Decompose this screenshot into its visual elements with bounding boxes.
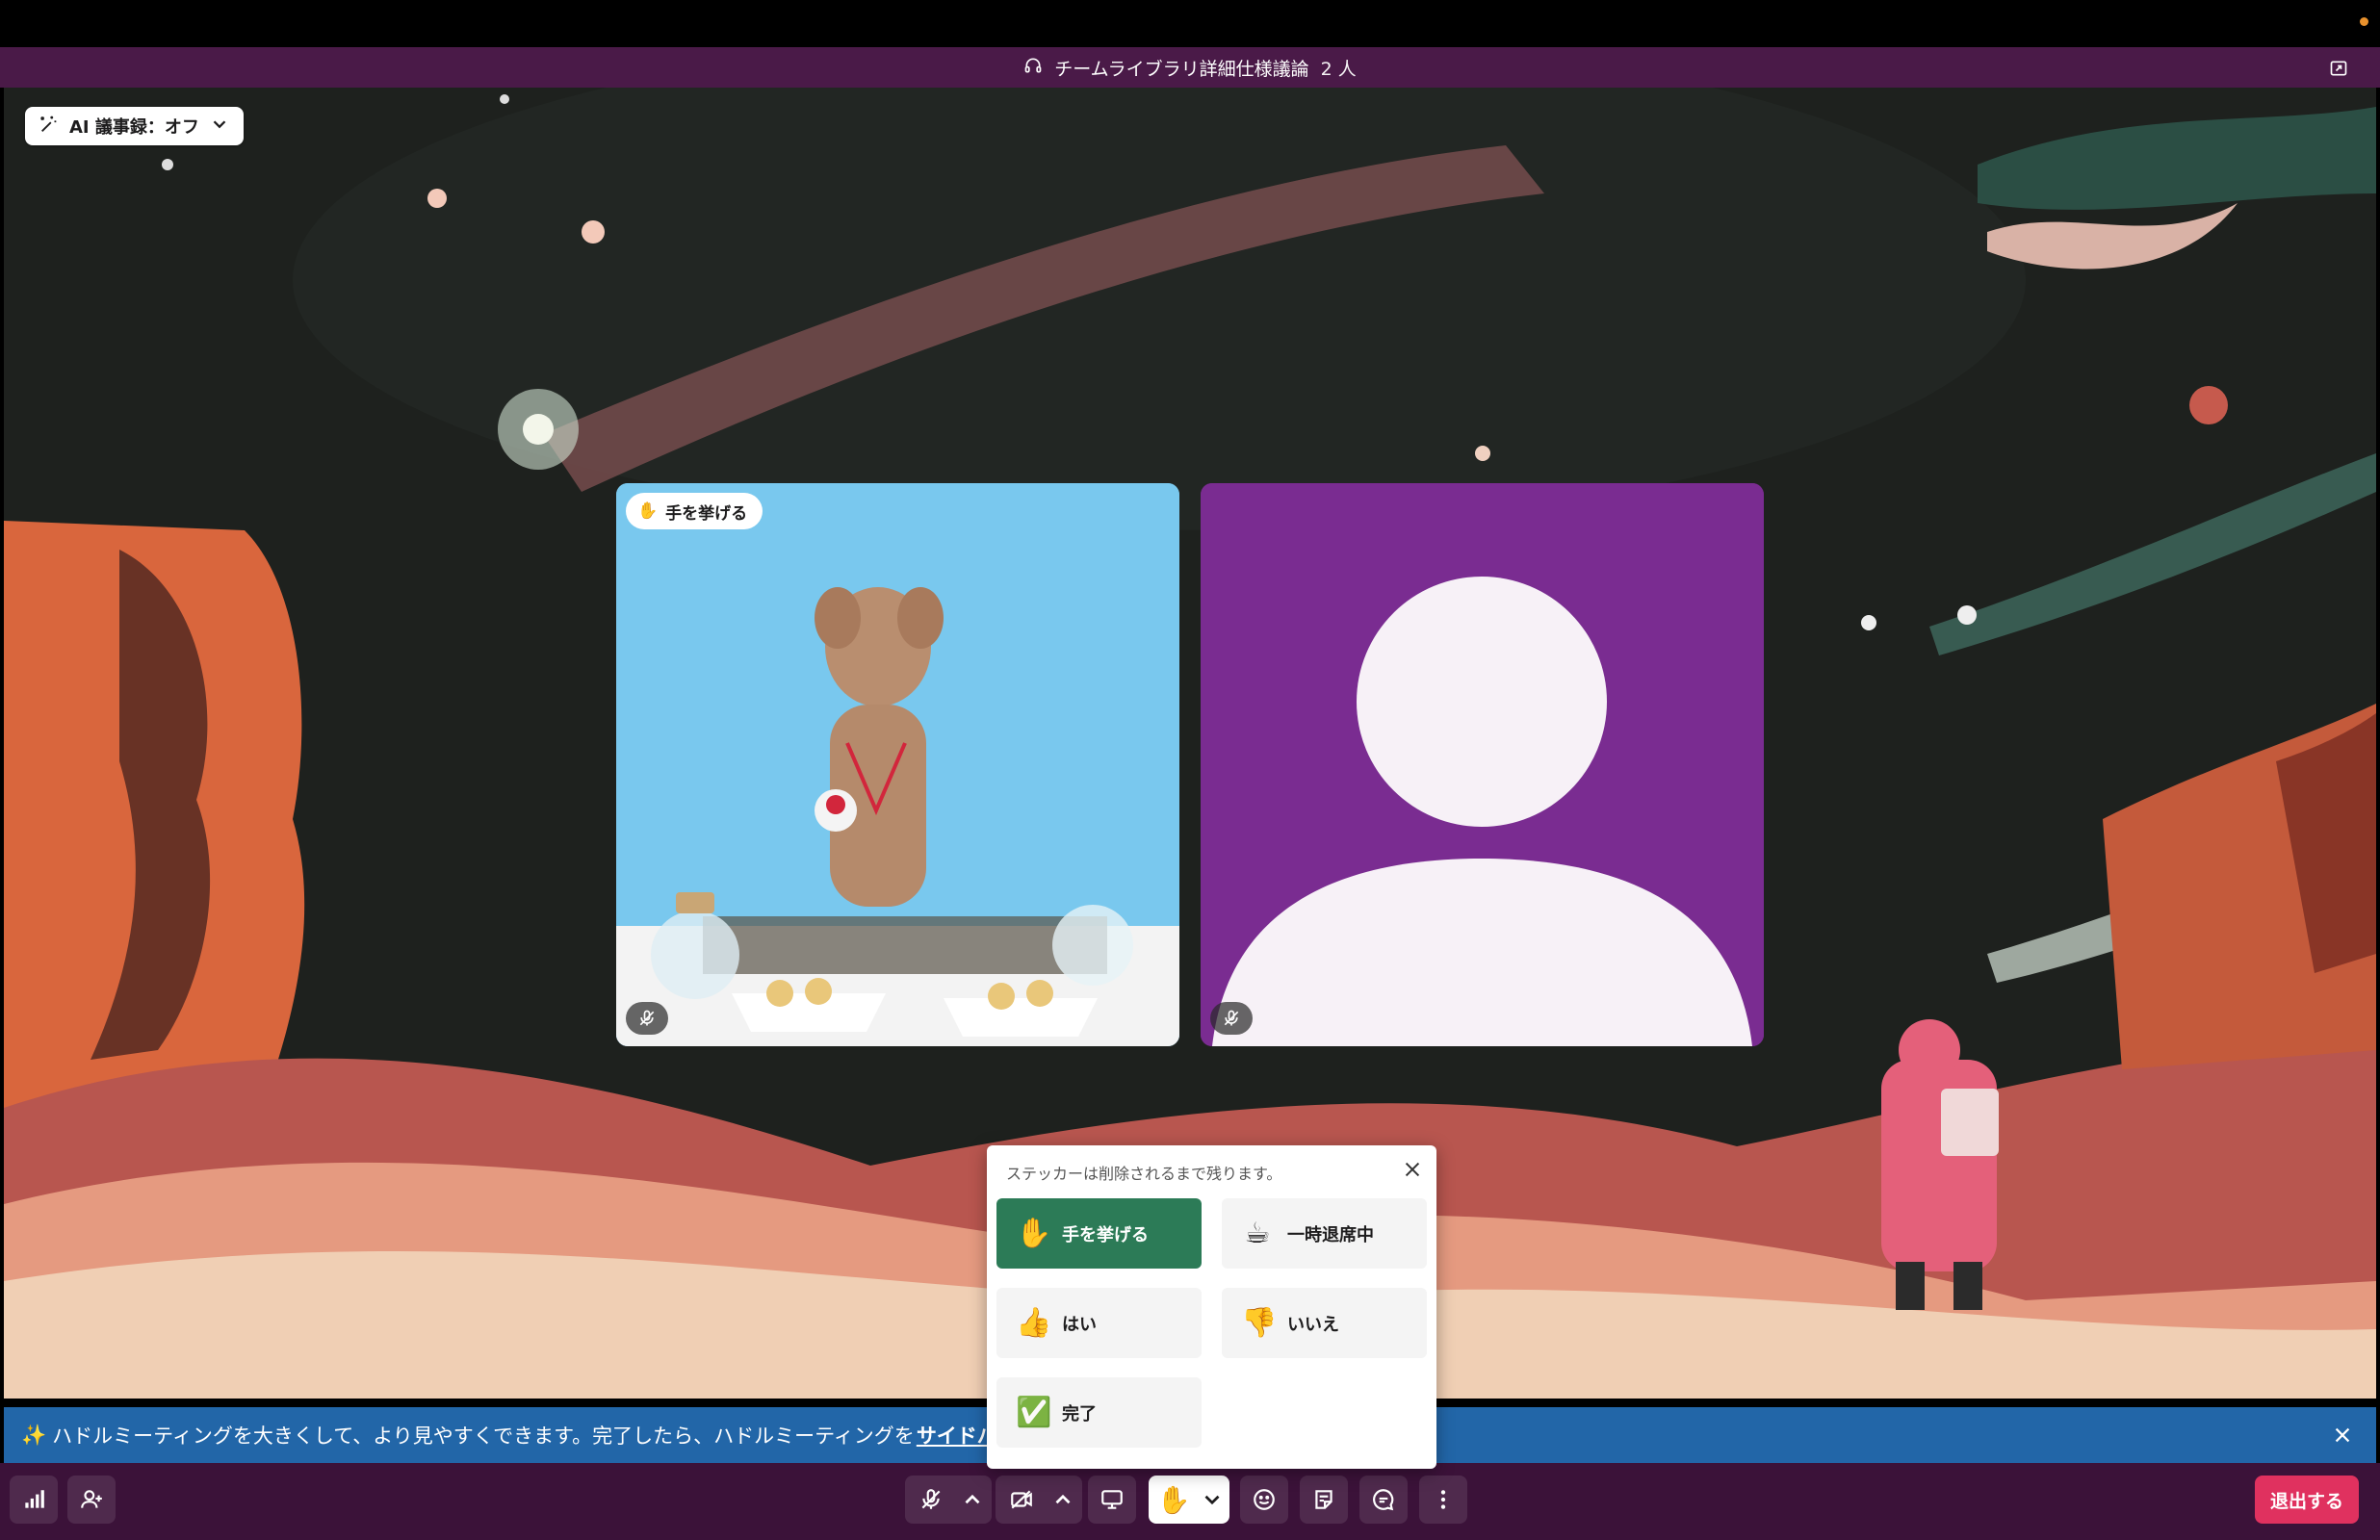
participant-tile-video[interactable]: ✋ 手を挙げる xyxy=(616,483,1179,1046)
mic-off-icon xyxy=(1224,1010,1239,1026)
sticker-no[interactable]: 👎 いいえ xyxy=(1222,1288,1427,1358)
sticker-raise-hand[interactable]: ✋ 手を挙げる xyxy=(996,1198,1202,1269)
leave-huddle-button[interactable]: 退出する xyxy=(2255,1476,2359,1524)
sticker-hint: ステッカーは削除されるまで残ります。 xyxy=(1006,1165,1282,1183)
sticker-control-group: ✋ xyxy=(1149,1476,1229,1524)
camera-control-group xyxy=(996,1476,1082,1524)
close-icon xyxy=(2335,1427,2350,1443)
thumbs-up-icon: 👍 xyxy=(1016,1306,1052,1340)
microphone-options-button[interactable] xyxy=(955,1487,990,1512)
monitor-icon xyxy=(1101,1490,1123,1509)
raised-hand-icon: ✋ xyxy=(637,501,659,521)
sticker-done[interactable]: ✅ 完了 xyxy=(996,1377,1202,1448)
chevron-up-icon xyxy=(965,1494,980,1504)
mute-microphone-button[interactable] xyxy=(907,1487,955,1512)
emoji-icon xyxy=(1254,1489,1275,1510)
huddle-notes-button[interactable] xyxy=(1300,1476,1348,1524)
system-top-bar xyxy=(0,0,2380,47)
popover-close-button[interactable] xyxy=(1400,1157,1425,1182)
chevron-down-icon xyxy=(1204,1495,1220,1505)
participant-tile-avatar[interactable] xyxy=(1201,483,1764,1046)
participant-video-frame xyxy=(616,483,1179,1046)
ai-notes-label: AI 議事録：オフ xyxy=(69,117,199,138)
mic-off-icon xyxy=(921,1489,941,1509)
recording-indicator xyxy=(2360,17,2368,26)
huddle-chat-button[interactable] xyxy=(1359,1476,1408,1524)
camera-options-button[interactable] xyxy=(1046,1487,1080,1512)
sticker-popover: ステッカーは削除されるまで残ります。 ✋ 手を挙げる ☕ 一時退席中 👍 はい … xyxy=(987,1145,1436,1469)
sparkle-pen-icon xyxy=(39,114,60,140)
raised-hand-icon: ✋ xyxy=(1016,1217,1052,1250)
sticker-label: はい xyxy=(1062,1314,1097,1335)
huddle-toolbar: ✋ 退出する xyxy=(0,1463,2380,1540)
sticker-label: 一時退席中 xyxy=(1287,1224,1374,1245)
chevron-up-icon xyxy=(1055,1494,1071,1504)
participant-count: 2 人 xyxy=(1320,58,1357,80)
raise-hand-sticker-badge: ✋ 手を挙げる xyxy=(626,493,763,529)
add-person-icon xyxy=(81,1490,102,1508)
huddle-title: チームライブラリ詳細仕様議論 xyxy=(1054,58,1309,80)
popout-window-button[interactable] xyxy=(2326,56,2351,81)
chevron-down-icon xyxy=(209,114,230,140)
popout-icon xyxy=(2330,61,2347,76)
muted-indicator xyxy=(1210,1002,1253,1035)
mic-off-icon xyxy=(639,1010,655,1026)
ai-notes-toggle[interactable]: AI 議事録：オフ xyxy=(25,107,244,145)
add-people-button[interactable] xyxy=(67,1476,116,1524)
sticker-away[interactable]: ☕ 一時退席中 xyxy=(1222,1198,1427,1269)
video-off-icon xyxy=(1011,1490,1032,1509)
raise-hand-button[interactable]: ✋ xyxy=(1151,1484,1197,1516)
note-icon xyxy=(1315,1490,1332,1509)
close-icon xyxy=(1405,1162,1420,1177)
reactions-button[interactable] xyxy=(1240,1476,1288,1524)
huddle-window: { "window": { "title": "チームライブラリ詳細仕様議論",… xyxy=(0,0,2380,1540)
sparkle-icon: ✨ xyxy=(21,1423,47,1447)
connection-stats-button[interactable] xyxy=(10,1476,58,1524)
muted-indicator xyxy=(626,1002,668,1035)
banner-close-button[interactable] xyxy=(2330,1423,2355,1448)
headphones-icon xyxy=(1023,56,1043,80)
sticker-label: 完了 xyxy=(1062,1403,1097,1424)
sticker-label: 手を挙げる xyxy=(1062,1224,1149,1245)
signal-bars-icon xyxy=(25,1490,44,1508)
toggle-camera-button[interactable] xyxy=(997,1487,1046,1512)
sticker-menu-button[interactable] xyxy=(1197,1487,1228,1512)
more-options-button[interactable] xyxy=(1419,1476,1467,1524)
more-vertical-icon xyxy=(1440,1490,1446,1509)
sticker-yes[interactable]: 👍 はい xyxy=(996,1288,1202,1358)
sticker-label: いいえ xyxy=(1287,1314,1339,1335)
thumbs-down-icon: 👎 xyxy=(1241,1306,1278,1340)
huddle-title-bar: チームライブラリ詳細仕様議論 2 人 xyxy=(0,47,2380,88)
check-mark-icon: ✅ xyxy=(1016,1396,1052,1429)
chat-bubble-icon xyxy=(1373,1489,1394,1511)
coffee-icon: ☕ xyxy=(1244,1217,1271,1250)
share-screen-button[interactable] xyxy=(1088,1476,1136,1524)
banner-text: ハドルミーティングを大きくして、より見やすくできます。完了したら、ハドルミーティ… xyxy=(52,1424,915,1448)
raise-hand-badge-label: 手を挙げる xyxy=(665,503,748,524)
default-avatar-icon xyxy=(1201,483,1764,1046)
microphone-control-group xyxy=(905,1476,992,1524)
